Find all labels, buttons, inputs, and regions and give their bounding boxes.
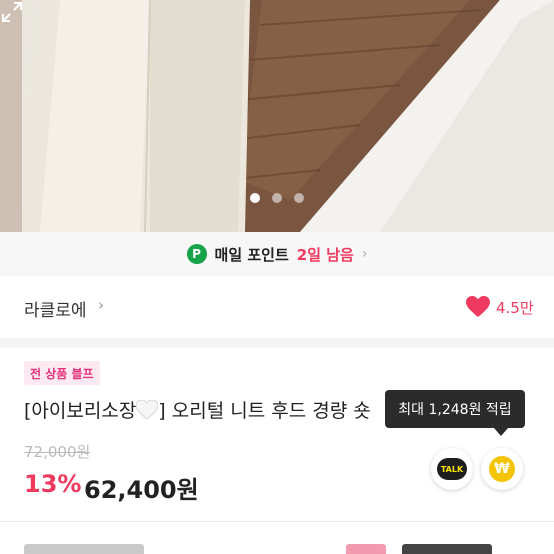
section-divider <box>0 338 554 348</box>
daily-point-banner[interactable]: P 매일 포인트 2일 남음 › <box>0 232 554 276</box>
cut-off-text <box>24 544 144 554</box>
sale-price: 62,400원 <box>84 476 199 504</box>
point-days-left: 2일 남음 <box>296 245 354 264</box>
reward-tooltip: 최대 1,248원 적립 <box>385 390 525 428</box>
point-icon: P <box>186 244 207 264</box>
discount-rate: 13% <box>24 470 82 498</box>
carousel-dot[interactable] <box>250 193 260 203</box>
expand-icon[interactable] <box>0 0 24 24</box>
divider <box>0 521 554 522</box>
tooltip-tail <box>494 428 508 436</box>
product-title-suffix: ] 오리털 니트 후드 경량 숏 <box>158 400 371 422</box>
promo-badge: 전 상품 블프 <box>24 361 100 385</box>
original-price: 72,000원 <box>24 443 91 461</box>
carousel-dot[interactable] <box>272 193 282 203</box>
like-count: 4.5만 <box>496 299 534 317</box>
seller-name-link[interactable]: 라클로에 <box>24 296 87 321</box>
reward-coin-button[interactable]: ₩ <box>481 448 523 490</box>
cut-off-text <box>402 544 492 554</box>
carousel-indicator <box>0 193 554 203</box>
carousel-dot[interactable] <box>294 193 304 203</box>
chevron-right-icon: › <box>98 296 104 314</box>
cut-off-text <box>346 544 386 554</box>
white-heart-icon <box>136 400 159 420</box>
seller-row: 라클로에 › 4.5만 <box>0 276 554 339</box>
product-title-prefix: [아이보리소장 <box>24 400 137 422</box>
talk-icon: TALK <box>437 458 467 480</box>
product-image[interactable] <box>0 0 554 232</box>
next-section-peek <box>24 540 544 554</box>
heart-icon[interactable] <box>466 296 490 318</box>
point-label: 매일 포인트 <box>214 245 289 264</box>
won-coin-icon: ₩ <box>489 456 515 482</box>
chevron-right-icon: › <box>361 246 368 262</box>
kakao-talk-button[interactable]: TALK <box>431 448 473 490</box>
